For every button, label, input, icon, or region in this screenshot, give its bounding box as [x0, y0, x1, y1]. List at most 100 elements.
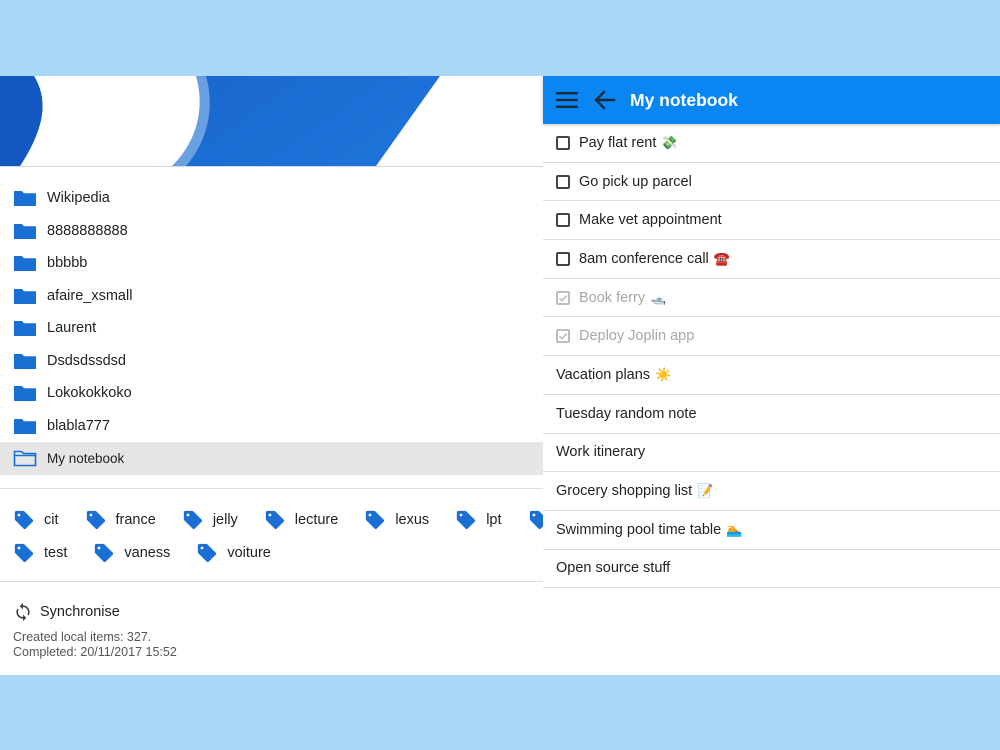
tag-item[interactable]: lecture [264, 509, 339, 531]
tag-item[interactable]: jelly [182, 509, 238, 531]
folder-item[interactable]: bbbbb [0, 247, 543, 280]
divider [0, 488, 543, 489]
tag-item[interactable]: voiture [196, 542, 271, 564]
note-title: Make vet appointment [579, 212, 722, 229]
folder-item[interactable]: 8888888888 [0, 215, 543, 248]
note-emoji: 📝 [697, 483, 714, 499]
note-item[interactable]: Open source stuff [543, 550, 1000, 589]
sync-status: Created local items: 327. Completed: 20/… [13, 630, 533, 660]
tag-icon [455, 509, 477, 531]
tag-icon [264, 509, 286, 531]
todo-item[interactable]: Make vet appointment [543, 201, 1000, 241]
tag-icon [85, 509, 107, 531]
todo-item[interactable]: Pay flat rent 💸 [543, 124, 1000, 163]
folder-list: Wikipedia 8888888888 bbbbb afaire_xsmall Lau… [0, 182, 543, 475]
folder-label: My notebook [47, 450, 125, 466]
note-title: Book ferry [579, 289, 646, 306]
note-title: Tuesday random note [556, 405, 697, 422]
tag-label: lecture [294, 511, 339, 528]
todo-item[interactable]: Go pick up parcel [543, 163, 1000, 202]
hamburger-menu-icon[interactable] [556, 91, 578, 109]
divider [0, 581, 543, 582]
folder-label: 8888888888 [47, 222, 128, 239]
note-title: Go pick up parcel [579, 173, 692, 190]
note-title: 8am conference call [579, 250, 709, 267]
tag-label: lexus [395, 511, 430, 528]
notebook-panel: My notebook Pay flat rent 💸 Go pick up par… [543, 76, 1000, 675]
sync-section: Synchronise Created local items: 327. Co… [13, 600, 533, 660]
folder-label: Dsdsdssdsd [47, 352, 126, 369]
checkbox-icon[interactable] [556, 135, 570, 150]
tag-label: voiture [227, 544, 271, 561]
checkbox-icon[interactable] [556, 251, 570, 266]
app-screen: Wikipedia 8888888888 bbbbb afaire_xsmall Lau… [0, 76, 1000, 675]
page-title: My notebook [630, 89, 738, 110]
todo-item[interactable]: Book ferry 🛥️ [543, 279, 1000, 318]
note-emoji: 🏊 [726, 521, 743, 537]
folder-item[interactable]: Laurent [0, 312, 543, 345]
folder-icon [13, 319, 37, 337]
note-item[interactable]: Vacation plans ☀️ [543, 356, 1000, 395]
top-app-bar: My notebook [543, 76, 1000, 124]
tag-item[interactable]: france [85, 509, 156, 531]
folder-item[interactable]: Wikipedia [0, 182, 543, 215]
folder-item[interactable]: Dsdsdssdsd [0, 345, 543, 378]
folder-label: blabla777 [47, 417, 110, 434]
sync-created-items: Created local items: 327. [13, 630, 152, 644]
folder-item[interactable]: Lokokokkoko [0, 377, 543, 410]
folder-item[interactable]: afaire_xsmall [0, 280, 543, 313]
checkbox-icon[interactable] [556, 213, 570, 228]
tag-label: france [115, 511, 156, 528]
tag-list: cit france jelly lecture lexus lpt test vaness… [0, 501, 543, 576]
tag-icon [93, 542, 115, 564]
folder-item[interactable]: My notebook [0, 442, 543, 475]
drawer-header-logo [0, 76, 543, 166]
checkbox-checked-icon[interactable] [556, 329, 570, 344]
tag-item[interactable]: lexus [364, 509, 429, 531]
folder-open-icon [13, 449, 37, 467]
divider [0, 166, 543, 167]
folder-icon [13, 254, 37, 272]
folder-icon [13, 222, 37, 240]
note-item[interactable]: Swimming pool time table 🏊 [543, 511, 1000, 550]
note-item[interactable]: Work itinerary [543, 434, 1000, 473]
checkbox-checked-icon[interactable] [556, 290, 570, 305]
note-title: Swimming pool time table [556, 521, 722, 538]
folder-icon [13, 287, 37, 305]
back-arrow-icon[interactable] [594, 90, 616, 110]
checkbox-icon[interactable] [556, 174, 570, 189]
todo-item[interactable]: Deploy Joplin app [543, 317, 1000, 357]
note-title: Pay flat rent [579, 134, 657, 151]
tag-item[interactable]: cit [13, 509, 59, 531]
folder-label: Laurent [47, 320, 97, 337]
tag-label: test [44, 544, 68, 561]
tag-icon [364, 509, 386, 531]
folder-label: bbbbb [47, 255, 88, 272]
tag-icon [182, 509, 204, 531]
sync-completed-time: Completed: 20/11/2017 15:52 [13, 645, 177, 659]
tag-item[interactable]: lpt [455, 509, 502, 531]
tag-item[interactable]: vaness [93, 542, 170, 564]
note-title: Grocery shopping list [556, 483, 693, 500]
note-title: Open source stuff [556, 560, 671, 577]
folder-label: Wikipedia [47, 190, 110, 207]
note-list: Pay flat rent 💸 Go pick up parcel Make vet … [543, 124, 1000, 589]
tag-label: vaness [124, 544, 171, 561]
tag-item[interactable]: test [13, 542, 67, 564]
note-title: Vacation plans [556, 366, 651, 383]
joplin-logo-banner [0, 76, 440, 166]
folder-item[interactable]: blabla777 [0, 410, 543, 443]
note-emoji: ☎️ [713, 250, 730, 266]
note-title: Work itinerary [556, 444, 646, 461]
folder-label: Lokokokkoko [47, 385, 132, 402]
sync-icon [13, 602, 33, 622]
tag-icon [13, 542, 35, 564]
synchronise-button[interactable]: Synchronise [13, 600, 533, 624]
tag-label: jelly [212, 511, 238, 528]
todo-item[interactable]: 8am conference call ☎️ [543, 240, 1000, 279]
tag-icon[interactable] [528, 509, 543, 531]
note-emoji: 💸 [661, 134, 678, 150]
note-item[interactable]: Tuesday random note [543, 395, 1000, 434]
note-emoji: ☀️ [655, 366, 672, 382]
note-item[interactable]: Grocery shopping list 📝 [543, 472, 1000, 511]
